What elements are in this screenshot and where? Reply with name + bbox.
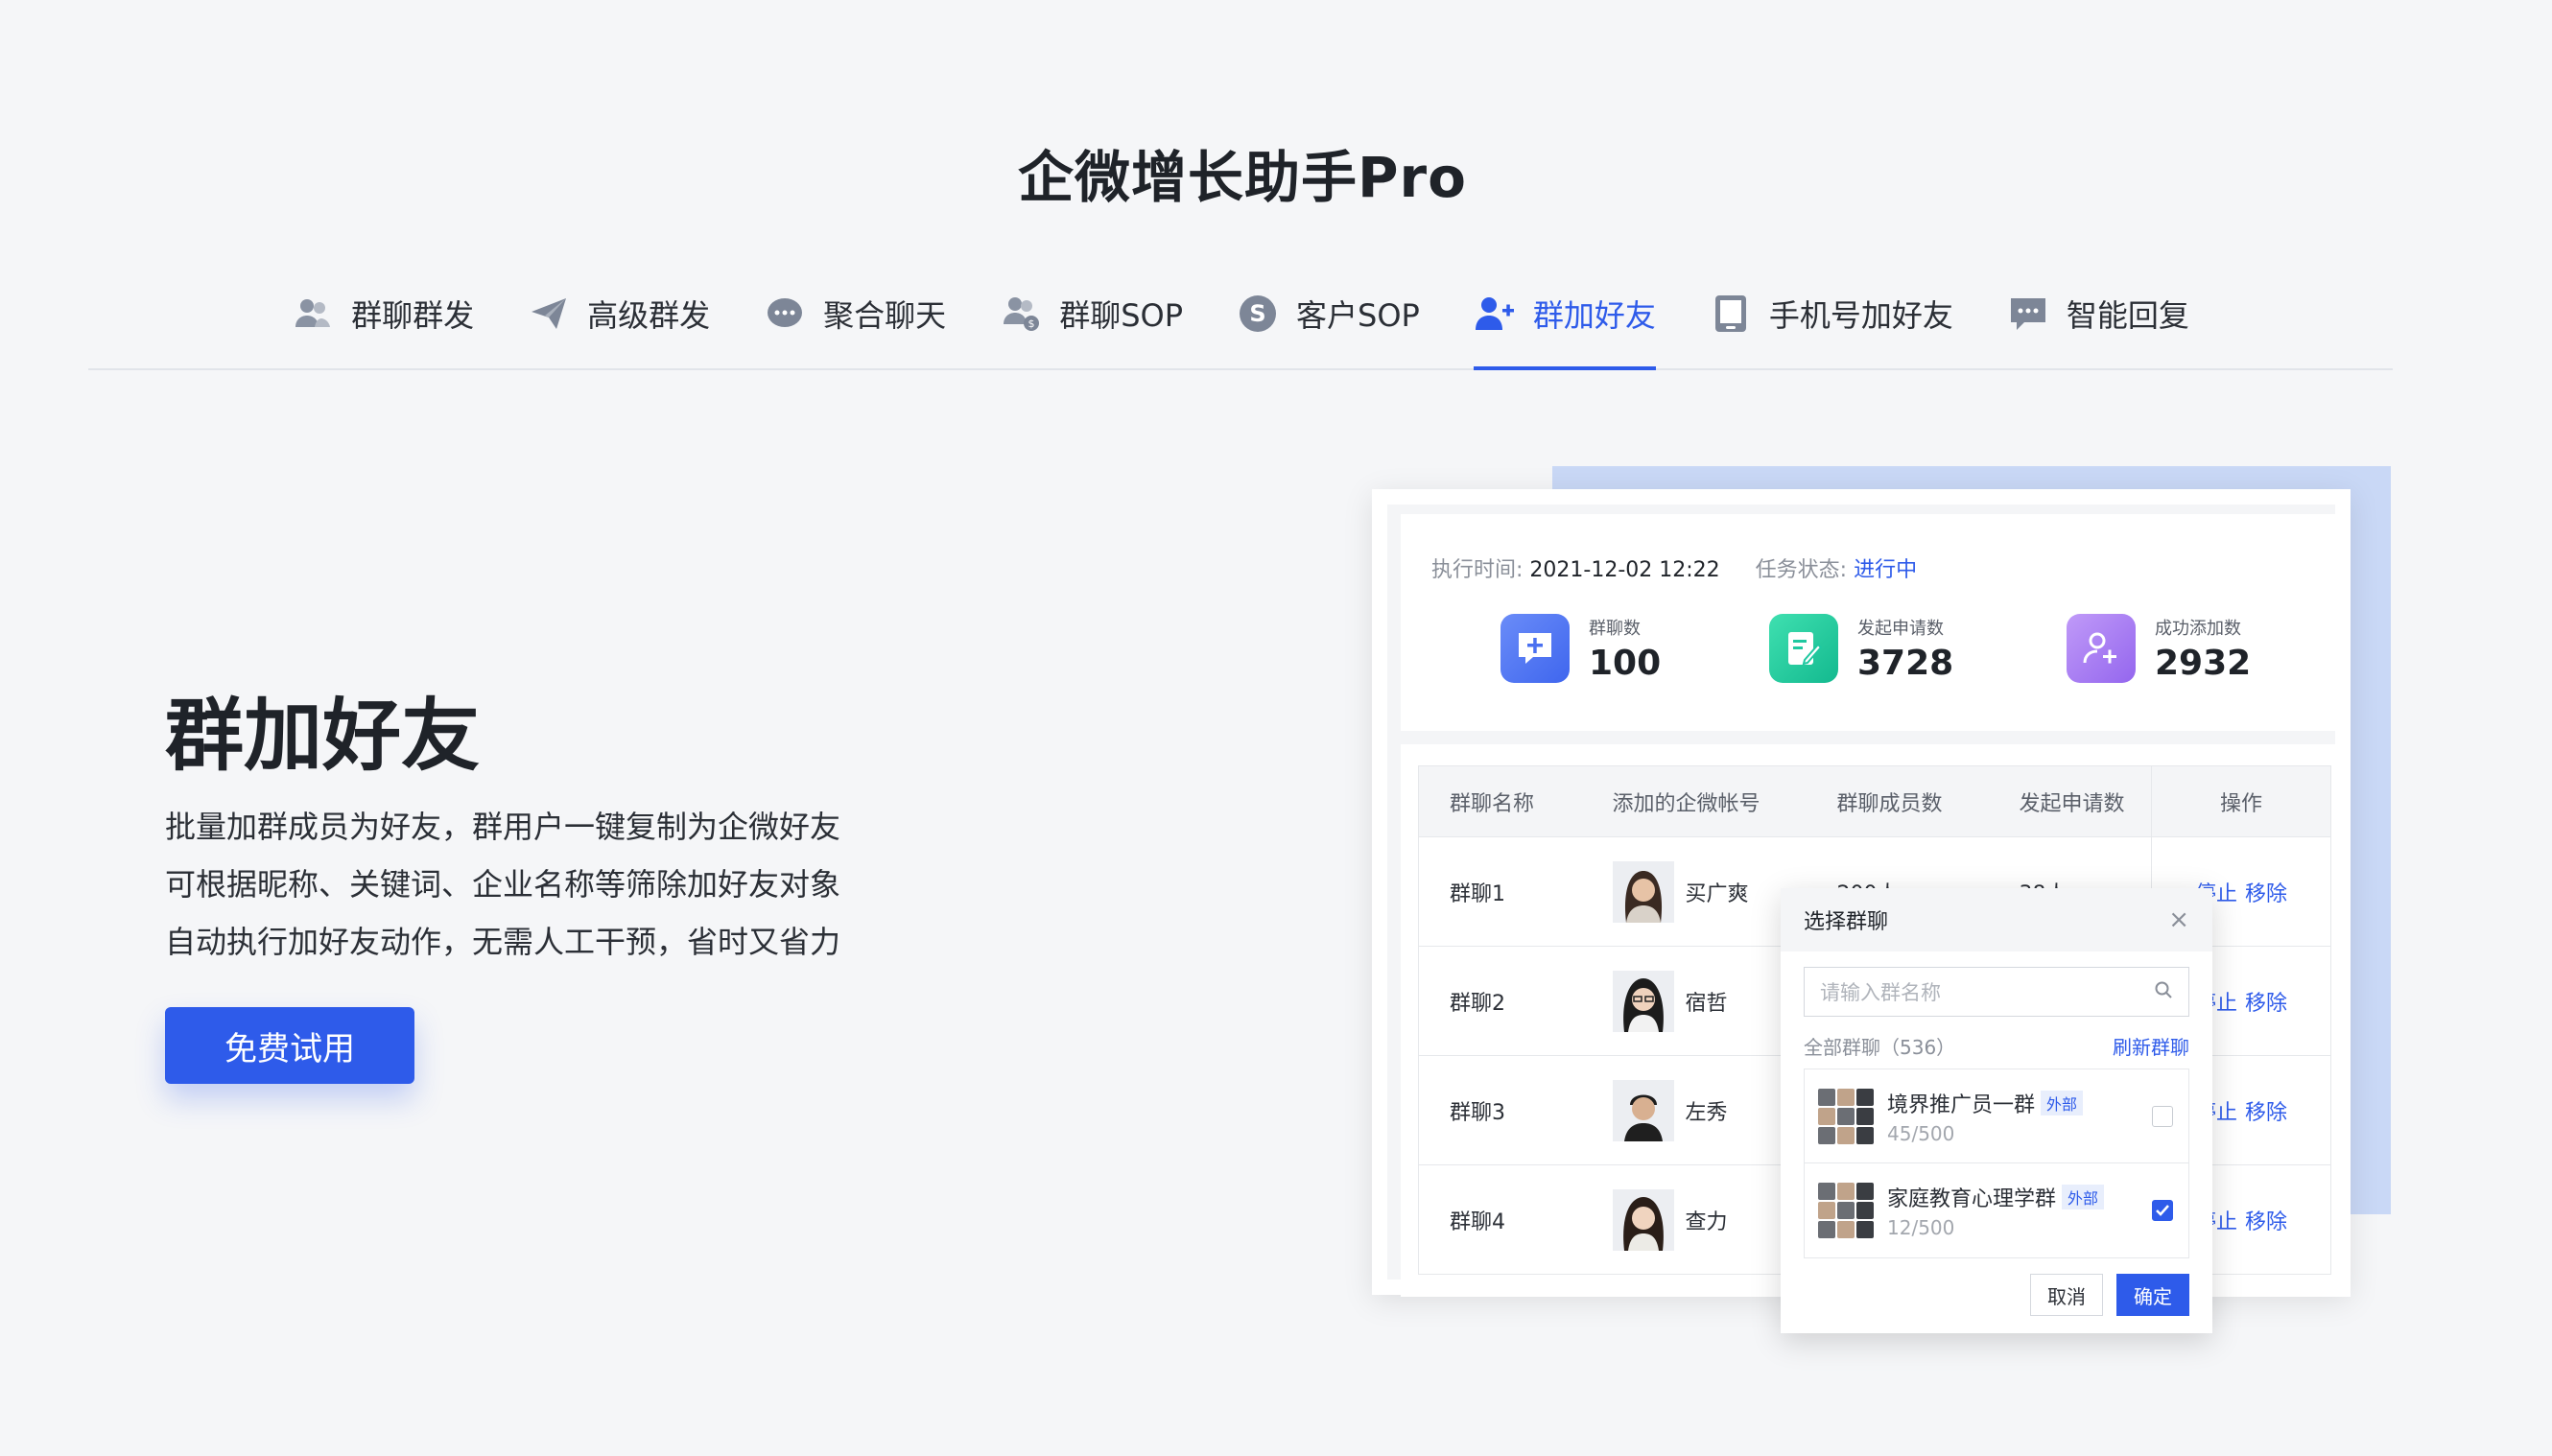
- svg-text:$: $: [1028, 317, 1035, 330]
- group-name: 群聊4: [1418, 1164, 1582, 1275]
- reply-bubble-icon: [2007, 293, 2049, 335]
- tab-label: 群聊SOP: [1059, 297, 1183, 334]
- group-checkbox[interactable]: [2152, 1105, 2173, 1127]
- hero-line: 批量加群成员为好友，群用户一键复制为企微好友: [165, 809, 841, 845]
- feature-tabs: 群聊群发 高级群发 聚合聊天 $ 群聊SOP S 客户SOP 群加好友 手机号加: [88, 270, 2393, 370]
- stat-success-count: 成功添加数 2932: [2067, 614, 2251, 683]
- s-circle-icon: S: [1237, 293, 1279, 335]
- avatar: [1612, 860, 1674, 923]
- group-users-icon: [292, 293, 334, 335]
- group-sop-icon: $: [1000, 293, 1042, 335]
- tab-label: 聚合聊天: [823, 297, 947, 334]
- col-header: 操作: [2151, 765, 2331, 837]
- group-checkbox[interactable]: [2152, 1200, 2173, 1221]
- tab-label: 高级群发: [587, 297, 711, 334]
- group-avatar: [1818, 1088, 1874, 1144]
- dialog-title: 选择群聊: [1804, 910, 1889, 934]
- task-stats-panel: 执行时间: 2021-12-02 12:22 任务状态: 进行中 群聊数 100: [1401, 514, 2351, 731]
- dialog-header: 选择群聊 ×: [1781, 888, 2212, 951]
- stat-value: 3728: [1857, 643, 1954, 683]
- phone-icon: [1710, 293, 1752, 335]
- col-header: 添加的企微帐号: [1581, 765, 1807, 837]
- col-header: 发起申请数: [1988, 765, 2152, 837]
- account-name: 宿哲: [1685, 991, 1728, 1016]
- stat-label: 成功添加数: [2155, 618, 2241, 639]
- avatar: [1612, 1188, 1674, 1251]
- stat-group-count: 群聊数 100: [1500, 614, 1661, 683]
- avatar: [1612, 970, 1674, 1032]
- tab-label: 群聊群发: [351, 297, 475, 334]
- list-item[interactable]: 境界推广员一群 外部 45/500: [1805, 1069, 2188, 1163]
- page-title: 企微增长助手Pro: [1018, 145, 1467, 210]
- group-option-name: 境界推广员一群: [1887, 1092, 2036, 1117]
- group-name: 群聊2: [1418, 946, 1582, 1056]
- group-option-count: 45/500: [1887, 1121, 1955, 1145]
- stat-value: 100: [1589, 643, 1662, 683]
- col-header: 群聊名称: [1418, 765, 1582, 837]
- list-item[interactable]: 家庭教育心理学群 外部 12/500: [1805, 1163, 2188, 1257]
- stat-value: 2932: [2155, 643, 2252, 683]
- search-placeholder: 请输入群名称: [1820, 981, 1941, 1004]
- group-option-count: 12/500: [1887, 1216, 1955, 1239]
- tab-phone-add-friends[interactable]: 手机号加好友: [1683, 270, 1980, 357]
- all-groups-count: 全部群聊（536）: [1804, 1036, 1956, 1059]
- tab-label: 群加好友: [1532, 297, 1656, 334]
- external-tag: 外部: [2062, 1185, 2105, 1209]
- hero-title: 群加好友: [165, 691, 481, 782]
- paper-plane-icon: [528, 293, 570, 335]
- refresh-groups-link[interactable]: 刷新群聊: [2113, 1032, 2189, 1060]
- free-trial-button[interactable]: 免费试用: [165, 1007, 414, 1084]
- user-add-icon: [1474, 293, 1516, 335]
- remove-link[interactable]: 移除: [2245, 992, 2287, 1016]
- stat-label: 发起申请数: [1857, 618, 1944, 639]
- col-header: 群聊成员数: [1806, 765, 1989, 837]
- account-name: 买广爽: [1685, 881, 1749, 906]
- chat-bubble-icon: [764, 293, 806, 335]
- table-header-row: 群聊名称 添加的企微帐号 群聊成员数 发起申请数 操作: [1418, 765, 2331, 837]
- exec-time-label: 执行时间:: [1431, 558, 1524, 582]
- tab-label: 客户SOP: [1296, 297, 1420, 334]
- tab-advanced-broadcast[interactable]: 高级群发: [501, 270, 737, 357]
- confirm-button[interactable]: 确定: [2116, 1274, 2189, 1316]
- account-name: 左秀: [1685, 1100, 1728, 1125]
- tab-aggregated-chat[interactable]: 聚合聊天: [737, 270, 973, 357]
- account-name: 查力: [1685, 1209, 1728, 1234]
- tab-smart-reply[interactable]: 智能回复: [1980, 270, 2216, 357]
- tab-group-sop[interactable]: $ 群聊SOP: [973, 270, 1210, 357]
- stat-request-count: 发起申请数 3728: [1769, 614, 1953, 683]
- group-name: 群聊3: [1418, 1055, 1582, 1165]
- task-status-label: 任务状态:: [1755, 558, 1848, 582]
- remove-link[interactable]: 移除: [2245, 1210, 2287, 1234]
- hero-line: 自动执行加好友动作，无需人工干预，省时又省力: [165, 924, 841, 960]
- stat-label: 群聊数: [1589, 618, 1641, 639]
- search-icon: [2154, 980, 2173, 1004]
- group-option-name: 家庭教育心理学群: [1887, 1187, 2057, 1211]
- group-search-input[interactable]: 请输入群名称: [1804, 967, 2189, 1017]
- tab-customer-sop[interactable]: S 客户SOP: [1210, 270, 1447, 357]
- remove-link[interactable]: 移除: [2245, 1101, 2287, 1125]
- group-name: 群聊1: [1418, 836, 1582, 947]
- avatar: [1612, 1079, 1674, 1141]
- group-avatar: [1818, 1183, 1874, 1238]
- group-option-list: 境界推广员一群 外部 45/500 家庭教育心理学群 外部 12/500: [1804, 1069, 2189, 1258]
- chat-plus-icon: [1500, 614, 1570, 683]
- close-icon[interactable]: ×: [2168, 905, 2189, 934]
- task-meta: 执行时间: 2021-12-02 12:22 任务状态: 进行中: [1431, 552, 1917, 583]
- svg-text:S: S: [1249, 300, 1265, 327]
- user-plus-icon: [2067, 614, 2136, 683]
- edit-doc-icon: [1769, 614, 1838, 683]
- remove-link[interactable]: 移除: [2245, 882, 2287, 906]
- hero-description: 批量加群成员为好友，群用户一键复制为企微好友 可根据昵称、关键词、企业名称等筛除…: [165, 798, 840, 971]
- task-status-value: 进行中: [1854, 558, 1918, 582]
- hero-line: 可根据昵称、关键词、企业名称等筛除加好友对象: [165, 866, 841, 903]
- cancel-button[interactable]: 取消: [2030, 1274, 2103, 1316]
- tab-group-broadcast[interactable]: 群聊群发: [265, 270, 501, 357]
- tab-group-add-friends[interactable]: 群加好友: [1447, 270, 1683, 370]
- tab-label: 手机号加好友: [1768, 297, 1953, 334]
- select-group-dialog: 选择群聊 × 请输入群名称 全部群聊（536） 刷新群聊 境界推广员一群 外部 4…: [1781, 888, 2212, 1333]
- tab-label: 智能回复: [2066, 297, 2189, 334]
- external-tag: 外部: [2041, 1090, 2084, 1115]
- exec-time-value: 2021-12-02 12:22: [1529, 558, 1720, 582]
- check-icon: [2156, 1205, 2169, 1216]
